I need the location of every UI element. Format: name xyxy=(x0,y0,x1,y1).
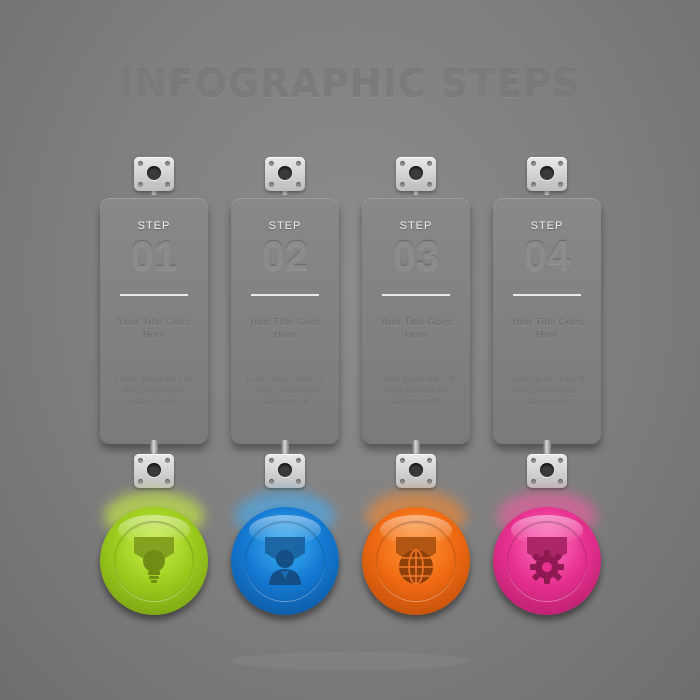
step-heading: Your Title Goes Here xyxy=(510,317,584,341)
step-button-3[interactable] xyxy=(362,491,470,615)
step-column-2: STEP 02 Your Title Goes Here Lorem ipsum… xyxy=(231,0,339,700)
step-number: 04 xyxy=(523,232,571,279)
step-number: 01 xyxy=(130,232,178,279)
top-bracket xyxy=(134,157,174,191)
step-card: STEP 02 Your Title Goes Here Lorem ipsum… xyxy=(231,198,339,444)
step-button-1[interactable] xyxy=(100,491,208,615)
step-number: 02 xyxy=(261,232,309,279)
step-description: Lorem ipsum dolor sit amet, consectetur … xyxy=(246,375,324,406)
step-column-1: STEP 01 Your Title Goes Here Lorem ipsum… xyxy=(100,0,208,700)
step-heading: Your Title Goes Here xyxy=(117,317,191,341)
step-label: STEP xyxy=(268,220,302,232)
step-description: Lorem ipsum dolor sit amet, consectetur … xyxy=(377,375,455,406)
top-bracket xyxy=(265,157,305,191)
top-bracket xyxy=(527,157,567,191)
divider xyxy=(382,294,450,296)
step-description: Lorem ipsum dolor sit amet, consectetur … xyxy=(115,375,193,406)
step-column-4: STEP 04 Your Title Goes Here Lorem ipsum… xyxy=(493,0,601,700)
bottom-bracket xyxy=(134,454,174,488)
step-heading: Your Title Goes Here xyxy=(379,317,453,341)
bottom-bracket xyxy=(396,454,436,488)
divider xyxy=(120,294,188,296)
step-label: STEP xyxy=(137,220,171,232)
divider xyxy=(251,294,319,296)
user-icon xyxy=(265,537,305,585)
step-card: STEP 01 Your Title Goes Here Lorem ipsum… xyxy=(100,198,208,444)
step-card: STEP 03 Your Title Goes Here Lorem ipsum… xyxy=(362,198,470,444)
step-heading: Your Title Goes Here xyxy=(248,317,322,341)
gear-icon xyxy=(527,537,567,584)
floor-shadow xyxy=(230,652,470,670)
top-bracket xyxy=(396,157,436,191)
step-number: 03 xyxy=(392,232,440,279)
bottom-bracket xyxy=(527,454,567,488)
step-button-4[interactable] xyxy=(493,491,601,615)
globe-icon xyxy=(396,537,436,585)
lightbulb-icon xyxy=(134,537,174,583)
step-column-3: STEP 03 Your Title Goes Here Lorem ipsum… xyxy=(362,0,470,700)
step-label: STEP xyxy=(399,220,433,232)
steps-row: STEP 01 Your Title Goes Here Lorem ipsum… xyxy=(0,0,700,700)
step-card: STEP 04 Your Title Goes Here Lorem ipsum… xyxy=(493,198,601,444)
step-description: Lorem ipsum dolor sit amet, consectetur … xyxy=(508,375,586,406)
step-label: STEP xyxy=(530,220,564,232)
divider xyxy=(513,294,581,296)
bottom-bracket xyxy=(265,454,305,488)
step-button-2[interactable] xyxy=(231,491,339,615)
